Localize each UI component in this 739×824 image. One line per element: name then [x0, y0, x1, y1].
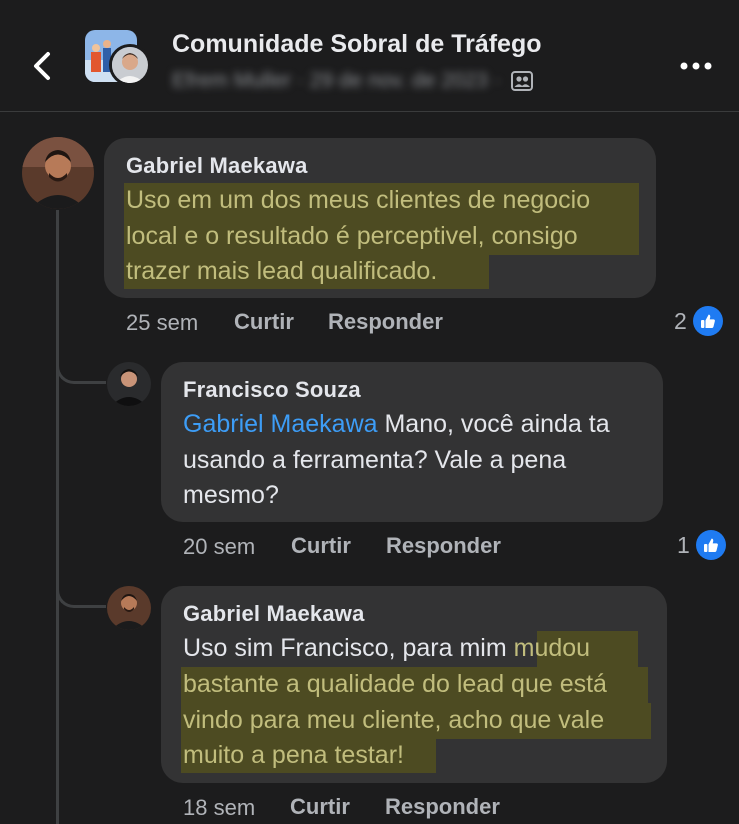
more-horizontal-icon — [680, 62, 712, 70]
comment-author[interactable]: Gabriel Maekawa — [183, 601, 365, 627]
reaction-count[interactable]: 2 — [674, 306, 723, 336]
thread-connector — [56, 584, 106, 608]
post-meta: Efrem Muller · 29 de nov. de 2023 · — [172, 66, 533, 96]
group-avatar[interactable] — [85, 30, 151, 94]
comment-text-line: Gabriel Maekawa Mano, você ainda ta — [183, 407, 610, 443]
comment-text-line: Uso em um dos meus clientes de negocio — [126, 186, 591, 214]
comment-time: 18 sem — [183, 795, 256, 820]
group-name[interactable]: Comunidade Sobral de Tráfego — [172, 30, 542, 59]
commenter-avatar[interactable] — [107, 586, 151, 630]
chevron-left-icon — [34, 52, 50, 80]
comment-author[interactable]: Gabriel Maekawa — [126, 153, 308, 179]
comment-text-line: vindo para meu cliente, acho que vale — [183, 706, 605, 734]
comment-text-segment: Uso sim Francisco, para mim — [183, 634, 514, 662]
back-button[interactable] — [22, 44, 62, 88]
commenter-avatar[interactable] — [22, 137, 94, 209]
comment-text-line: trazer mais lead qualificado. — [126, 257, 438, 285]
highlighted-text-segment: mudou — [513, 634, 591, 662]
comment-time: 25 sem — [126, 310, 199, 335]
reply-button[interactable]: Responder — [385, 794, 500, 820]
reaction-count[interactable]: 1 — [677, 530, 726, 560]
poster-and-date-blurred: Efrem Muller · 29 de nov. de 2023 · — [172, 69, 501, 92]
reaction-number: 2 — [674, 307, 687, 334]
commenter-avatar[interactable] — [107, 362, 151, 406]
like-button[interactable]: Curtir — [291, 533, 351, 559]
thumbs-up-icon — [692, 306, 723, 336]
more-options-button[interactable] — [676, 52, 716, 80]
group-members-icon — [510, 71, 533, 91]
comment-thread-screen: Comunidade Sobral de Tráfego Efrem Mulle… — [0, 0, 739, 824]
comment-text-line: usando a ferramenta? Vale a pena — [183, 446, 567, 474]
comment-text-line: mesmo? — [183, 481, 279, 509]
like-button[interactable]: Curtir — [290, 794, 350, 820]
comment-text-line: bastante a qualidade do lead que está — [183, 670, 607, 698]
thumbs-up-icon — [695, 530, 726, 560]
mention-link[interactable]: Gabriel Maekawa — [183, 410, 378, 438]
like-button[interactable]: Curtir — [234, 309, 294, 335]
reaction-number: 1 — [677, 531, 690, 558]
comment-time: 20 sem — [183, 534, 256, 559]
thread-connector — [56, 360, 106, 384]
reply-button[interactable]: Responder — [386, 533, 501, 559]
comment-author[interactable]: Francisco Souza — [183, 377, 361, 403]
comment-text-segment: Mano, você ainda ta — [377, 410, 610, 438]
comment-text-line: Uso sim Francisco, para mim mudou — [183, 631, 590, 667]
comment-text-line: local e o resultado é perceptivel, consi… — [126, 222, 578, 250]
poster-avatar — [109, 44, 151, 86]
post-header: Comunidade Sobral de Tráfego Efrem Mulle… — [0, 0, 739, 112]
reply-button[interactable]: Responder — [328, 309, 443, 335]
comment-text-line: muito a pena testar! — [183, 741, 404, 769]
thread-line — [56, 210, 59, 824]
